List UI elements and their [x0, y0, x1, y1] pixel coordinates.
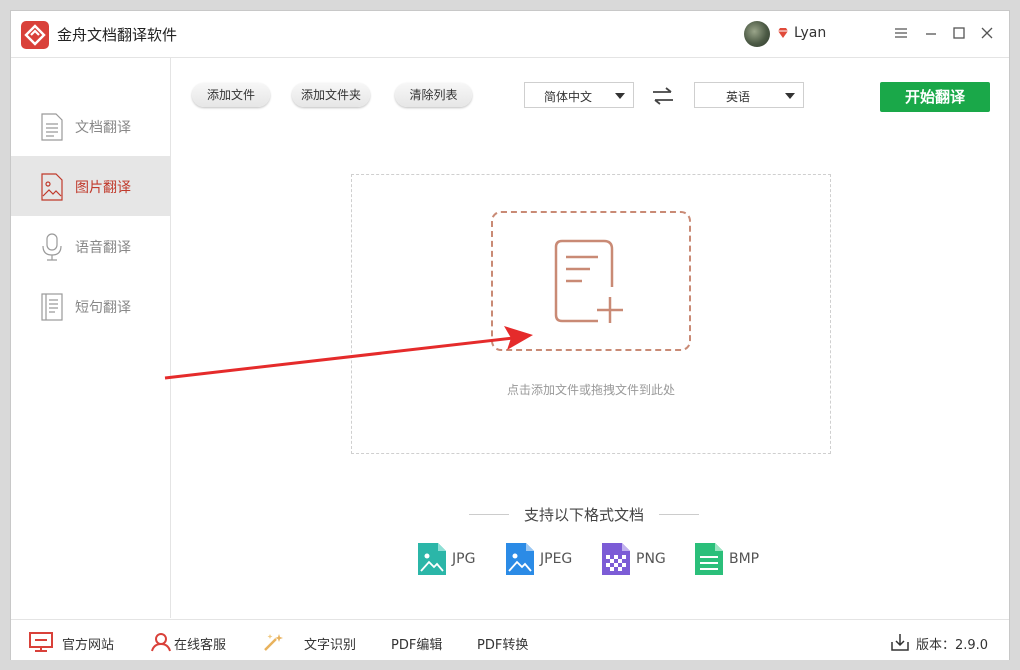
- chevron-down-icon: [615, 93, 625, 99]
- close-icon[interactable]: [977, 23, 997, 43]
- pdf-convert-link[interactable]: PDF转换: [477, 632, 537, 653]
- online-support-link[interactable]: 在线客服: [149, 632, 235, 653]
- monitor-icon: [29, 632, 53, 652]
- target-language-value: 英语: [725, 90, 750, 104]
- version-info[interactable]: 版本：2.9.0: [889, 632, 999, 653]
- text-recognition-link[interactable]: 文字识别: [262, 632, 358, 653]
- target-language-select[interactable]: 英语: [694, 82, 804, 108]
- format-label: JPG: [452, 551, 476, 567]
- format-jpg: JPG: [418, 543, 488, 575]
- pdf-edit-link[interactable]: PDF编辑: [391, 632, 451, 653]
- format-jpeg: JPEG: [506, 543, 581, 575]
- username[interactable]: Lyan: [794, 25, 826, 41]
- footer-bar: 官方网站 在线客服 文字识别 PDF编辑 PDF转换 版本：2.9.0: [11, 619, 1009, 660]
- download-icon: [891, 634, 909, 651]
- format-label: JPEG: [540, 551, 573, 567]
- sidebar: 文档翻译 图片翻译 语音翻译 短句翻译: [11, 58, 171, 618]
- bmp-file-icon: [695, 543, 723, 575]
- png-file-icon: [602, 543, 630, 575]
- app-logo-icon: [21, 21, 49, 49]
- user-avatar[interactable]: [744, 21, 770, 47]
- footer-label: PDF转换: [477, 638, 529, 653]
- sidebar-item-sentence-translation[interactable]: 短句翻译: [11, 276, 170, 336]
- app-title: 金舟文档翻译软件: [57, 26, 178, 44]
- footer-label: 在线客服: [174, 638, 227, 653]
- chevron-down-icon: [785, 93, 795, 99]
- sidebar-item-document-translation[interactable]: 文档翻译: [11, 96, 170, 156]
- microphone-icon: [42, 233, 62, 261]
- add-folder-button[interactable]: 添加文件夹: [292, 83, 370, 107]
- menu-icon[interactable]: [891, 23, 911, 43]
- image-icon: [41, 173, 63, 201]
- vip-diamond-icon: [778, 28, 788, 38]
- minimize-icon[interactable]: [921, 23, 941, 43]
- title-bar: 金舟文档翻译软件 Lyan: [11, 11, 1009, 58]
- official-website-link[interactable]: 官方网站: [29, 632, 121, 653]
- sidebar-item-label: 语音翻译: [75, 240, 131, 256]
- sidebar-item-label: 短句翻译: [75, 300, 131, 316]
- source-language-select[interactable]: 简体中文: [524, 82, 634, 108]
- document-icon: [41, 113, 63, 141]
- sidebar-item-label: 文档翻译: [75, 120, 131, 136]
- maximize-icon[interactable]: [949, 23, 969, 43]
- format-bmp: BMP: [695, 543, 765, 575]
- sidebar-item-image-translation[interactable]: 图片翻译: [11, 156, 170, 216]
- add-document-icon[interactable]: [554, 239, 630, 325]
- footer-label: PDF编辑: [391, 638, 443, 653]
- sidebar-item-label: 图片翻译: [75, 180, 131, 196]
- ocr-wand-icon: [264, 634, 283, 651]
- start-translation-button[interactable]: 开始翻译: [880, 82, 990, 112]
- clear-list-button[interactable]: 清除列表: [395, 83, 472, 107]
- format-label: PNG: [636, 551, 666, 567]
- divider: [659, 514, 699, 515]
- footer-label: 文字识别: [304, 638, 357, 653]
- app-window: 金舟文档翻译软件 Lyan 文档翻译 图片翻译 语音翻译 短句翻译 添加文件 添…: [10, 10, 1010, 660]
- annotation-arrow-icon: [164, 326, 533, 380]
- jpg-file-icon: [418, 543, 446, 575]
- sentence-icon: [41, 293, 63, 321]
- version-label: 版本：2.9.0: [916, 638, 989, 653]
- source-language-value: 简体中文: [543, 90, 592, 104]
- add-file-button[interactable]: 添加文件: [192, 83, 270, 107]
- format-label: BMP: [729, 551, 760, 567]
- person-icon: [151, 633, 171, 652]
- swap-languages-icon[interactable]: [651, 86, 675, 106]
- footer-label: 官方网站: [62, 638, 115, 653]
- supported-formats-header: 支持以下格式文档: [469, 504, 699, 526]
- format-png: PNG: [602, 543, 672, 575]
- sidebar-item-voice-translation[interactable]: 语音翻译: [11, 216, 170, 276]
- jpeg-file-icon: [506, 543, 534, 575]
